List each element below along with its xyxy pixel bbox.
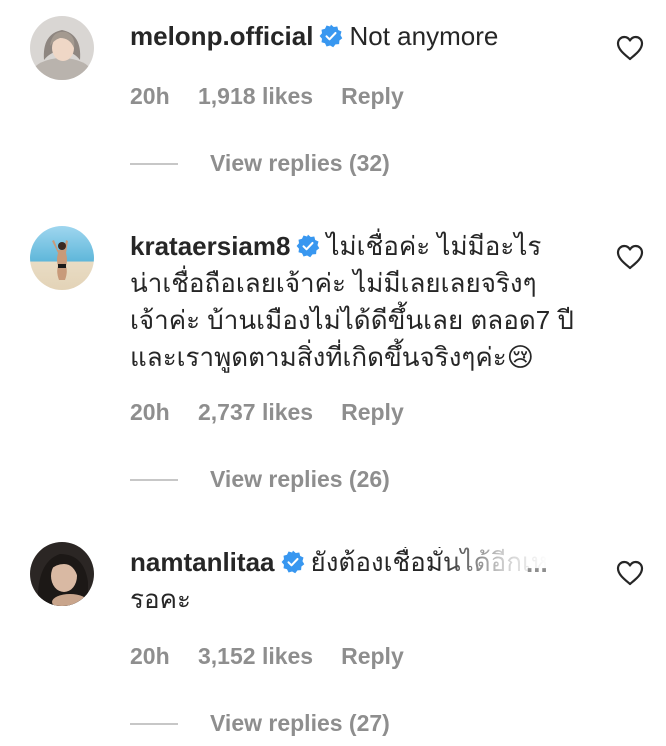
- comment-body-line: น่าเชื่อถือเลยเจ้าค่ะ ไม่มีเลยเลยจริงๆ: [130, 268, 537, 298]
- like-count[interactable]: 2,737 likes: [198, 399, 313, 426]
- comment-body-line: และเราพูดตามสิ่งที่เกิดขึ้นจริงๆค่ะ😢: [130, 342, 534, 372]
- username[interactable]: krataersiam8: [130, 231, 290, 261]
- username[interactable]: melonp.official: [130, 21, 313, 51]
- replies-divider: [130, 478, 178, 481]
- view-replies-button[interactable]: View replies (32): [130, 150, 390, 177]
- verified-badge-icon: [320, 24, 343, 48]
- heart-outline-icon[interactable]: [616, 560, 644, 586]
- comment-body-line: ไม่เชื่อค่ะ ไม่มีอะไร: [326, 231, 542, 261]
- comment-text: krataersiam8 ไม่เชื่อค่ะ ไม่มีอะไร น่าเชื…: [130, 228, 590, 376]
- comment-meta: 20h 3,152 likes Reply: [130, 643, 404, 670]
- reply-button[interactable]: Reply: [341, 643, 404, 670]
- view-replies-label: View replies (26): [210, 466, 390, 492]
- avatar[interactable]: [30, 542, 94, 606]
- like-count[interactable]: 3,152 likes: [198, 643, 313, 670]
- avatar[interactable]: [30, 16, 94, 80]
- view-replies-label: View replies (27): [210, 710, 390, 736]
- comment-body-line: เจ้าค่ะ บ้านเมืองไม่ได้ดีขึ้นเลย ตลอด7 ป…: [130, 305, 574, 335]
- heart-outline-icon[interactable]: [616, 35, 644, 61]
- avatar[interactable]: [30, 226, 94, 290]
- replies-divider: [130, 722, 178, 725]
- view-replies-button[interactable]: View replies (27): [130, 710, 390, 737]
- heart-outline-icon[interactable]: [616, 244, 644, 270]
- comment-text: melonp.official Not anymore: [130, 18, 590, 55]
- comment-meta: 20h 2,737 likes Reply: [130, 399, 404, 426]
- comment-body-line: ยังต้องเชื่อมั่นได้อีกเห: [310, 547, 549, 577]
- more-button[interactable]: ...: [526, 548, 548, 578]
- verified-badge-icon: [281, 550, 304, 574]
- view-replies-button[interactable]: View replies (26): [130, 466, 390, 493]
- comment-body: Not anymore: [349, 21, 499, 51]
- reply-button[interactable]: Reply: [341, 83, 404, 110]
- view-replies-label: View replies (32): [210, 150, 390, 176]
- replies-divider: [130, 162, 178, 165]
- reply-button[interactable]: Reply: [341, 399, 404, 426]
- comment-body-line: รอคะ: [130, 584, 191, 614]
- username[interactable]: namtanlitaa: [130, 547, 275, 577]
- timestamp: 20h: [130, 643, 170, 669]
- comment-meta: 20h 1,918 likes Reply: [130, 83, 404, 110]
- verified-badge-icon: [297, 234, 320, 258]
- comment-text: namtanlitaa ยังต้องเชื่อมั่นได้อีกเห รอคะ: [130, 544, 590, 618]
- timestamp: 20h: [130, 399, 170, 425]
- like-count[interactable]: 1,918 likes: [198, 83, 313, 110]
- timestamp: 20h: [130, 83, 170, 109]
